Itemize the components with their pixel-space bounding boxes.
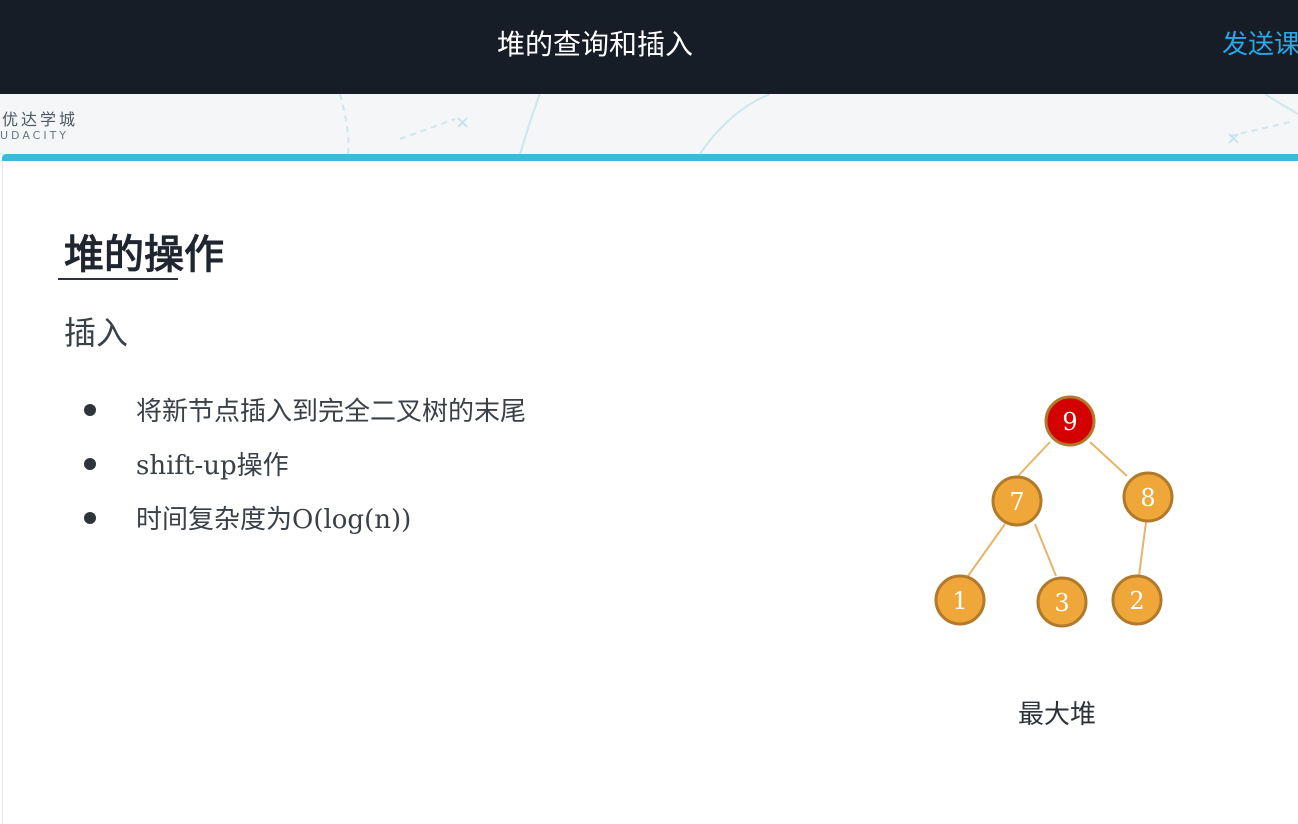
edge-9-7 xyxy=(1017,441,1051,477)
top-bar: 堆的查询和插入 发送课 xyxy=(0,0,1298,94)
bullet-text: shift-up操作 xyxy=(136,451,289,481)
banner-decoration: × × xyxy=(339,94,1298,154)
svg-text:×: × xyxy=(1226,128,1241,149)
heap-node: 8 xyxy=(1122,471,1174,523)
node-label: 7 xyxy=(1009,488,1024,516)
edge-9-8 xyxy=(1089,441,1128,477)
bullet-dot-icon xyxy=(84,458,96,470)
max-heap-diagram: 9 7 8 1 3 2 xyxy=(934,395,1174,628)
node-label: 1 xyxy=(952,587,967,615)
lesson-title: 堆的查询和插入 xyxy=(496,28,693,61)
slide-title: 堆的操作 xyxy=(64,231,224,278)
edge-7-3 xyxy=(1034,523,1057,577)
bullet-list: 将新节点插入到完全二叉树的末尾 shift-up操作 时间复杂度为O(log(n… xyxy=(84,394,526,556)
heap-node: 2 xyxy=(1111,574,1163,626)
svg-text:×: × xyxy=(455,112,470,133)
node-label: 8 xyxy=(1140,484,1155,512)
heap-node: 7 xyxy=(991,475,1043,527)
slide-subtitle: 插入 xyxy=(64,314,129,352)
bullet-item: 将新节点插入到完全二叉树的末尾 xyxy=(84,394,526,448)
bullet-item: 时间复杂度为O(log(n)) xyxy=(84,502,526,556)
heap-node: 3 xyxy=(1036,576,1088,628)
heap-caption: 最大堆 xyxy=(1018,700,1097,730)
bullet-text: 时间复杂度为O(log(n)) xyxy=(136,505,412,535)
node-label: 3 xyxy=(1054,589,1069,617)
bullet-dot-icon xyxy=(84,512,96,524)
title-underline xyxy=(58,278,178,280)
node-label: 2 xyxy=(1129,587,1144,615)
edge-7-1 xyxy=(967,523,1006,577)
logo-name-en: UDACITY xyxy=(0,129,70,142)
logo-name-cn: 优达学城 xyxy=(2,110,79,129)
heap-node: 9 xyxy=(1044,395,1096,447)
send-course-button[interactable]: 发送课 xyxy=(1222,0,1298,94)
edge-8-2 xyxy=(1138,521,1147,577)
bullet-text: 将新节点插入到完全二叉树的末尾 xyxy=(136,397,527,427)
node-label: 9 xyxy=(1062,408,1077,436)
bullet-item: shift-up操作 xyxy=(84,448,526,502)
accent-bar xyxy=(2,154,1298,161)
slide-banner: × × xyxy=(0,94,1298,154)
bullet-dot-icon xyxy=(84,404,96,416)
heap-node: 1 xyxy=(934,574,986,626)
